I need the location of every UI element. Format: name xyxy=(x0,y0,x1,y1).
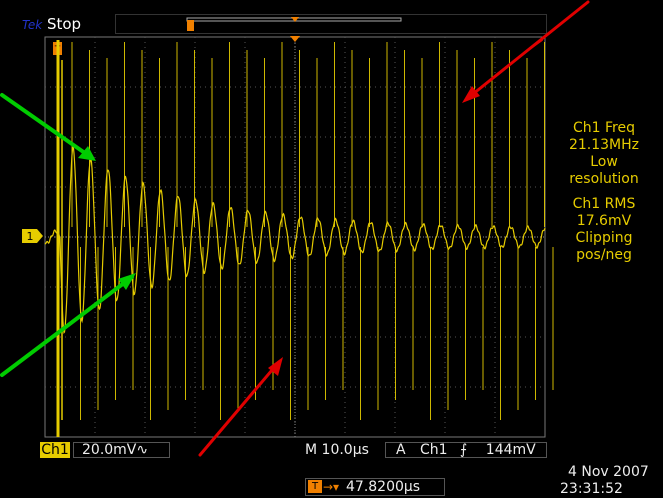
horizontal-scale-value: 10.0µs xyxy=(321,442,369,458)
horizontal-scale-readout[interactable]: M 10.0µs xyxy=(305,442,369,458)
channel-1-badge[interactable]: Ch1 xyxy=(40,442,70,458)
horizontal-prefix: M xyxy=(305,442,318,458)
measurement-1-note-2: resolution xyxy=(569,171,639,187)
trigger-mode: A xyxy=(396,442,406,458)
position-trigger-icon: T xyxy=(308,480,322,493)
red-arrow-upper-right-tail xyxy=(527,39,543,51)
oscilloscope-screen: Tek Stop T 1 Ch1 Fr xyxy=(0,0,663,498)
measurement-2-note-1: Clipping xyxy=(575,230,633,246)
red-arrow-bottom-center xyxy=(198,361,280,457)
record-trigger-marker xyxy=(187,20,194,31)
position-value: 47.8200µs xyxy=(346,479,421,495)
red-arrow-upper-right-head xyxy=(462,86,480,103)
measurement-2-note-2: pos/neg xyxy=(576,247,632,263)
measurement-2-value: 17.6mV xyxy=(576,213,632,229)
trigger-level: 144mV xyxy=(485,442,536,458)
measurement-1-note-1: Low xyxy=(590,154,618,170)
trigger-source: Ch1 xyxy=(420,442,448,458)
green-arrow-upper xyxy=(0,93,94,160)
measurement-1-value: 21.13MHz xyxy=(568,137,640,153)
trigger-slope-icon: ⨍ xyxy=(460,442,468,458)
trigger-readout[interactable]: A Ch1 ⨍ 144mV xyxy=(385,442,547,458)
coupling-icon: ∿ xyxy=(136,442,149,458)
date-readout: 4 Nov 2007 xyxy=(568,464,649,480)
vertical-scale-value: 20.0mV xyxy=(82,442,137,458)
channel-1-ground-label: 1 xyxy=(27,230,34,243)
position-arrow-icon: →▾ xyxy=(323,480,340,494)
time-readout: 23:31:52 xyxy=(560,481,623,497)
vertical-scale-readout[interactable]: 20.0mV∿ xyxy=(73,442,170,458)
measurement-2-label: Ch1 RMS xyxy=(572,196,636,212)
trigger-position-marker xyxy=(290,36,300,42)
measurement-readout: Ch1 Freq 21.13MHz Low resolution Ch1 RMS… xyxy=(548,120,660,264)
measurement-1-label: Ch1 Freq xyxy=(573,120,635,136)
horizontal-position-readout[interactable]: T →▾ 47.8200µs xyxy=(305,478,445,496)
